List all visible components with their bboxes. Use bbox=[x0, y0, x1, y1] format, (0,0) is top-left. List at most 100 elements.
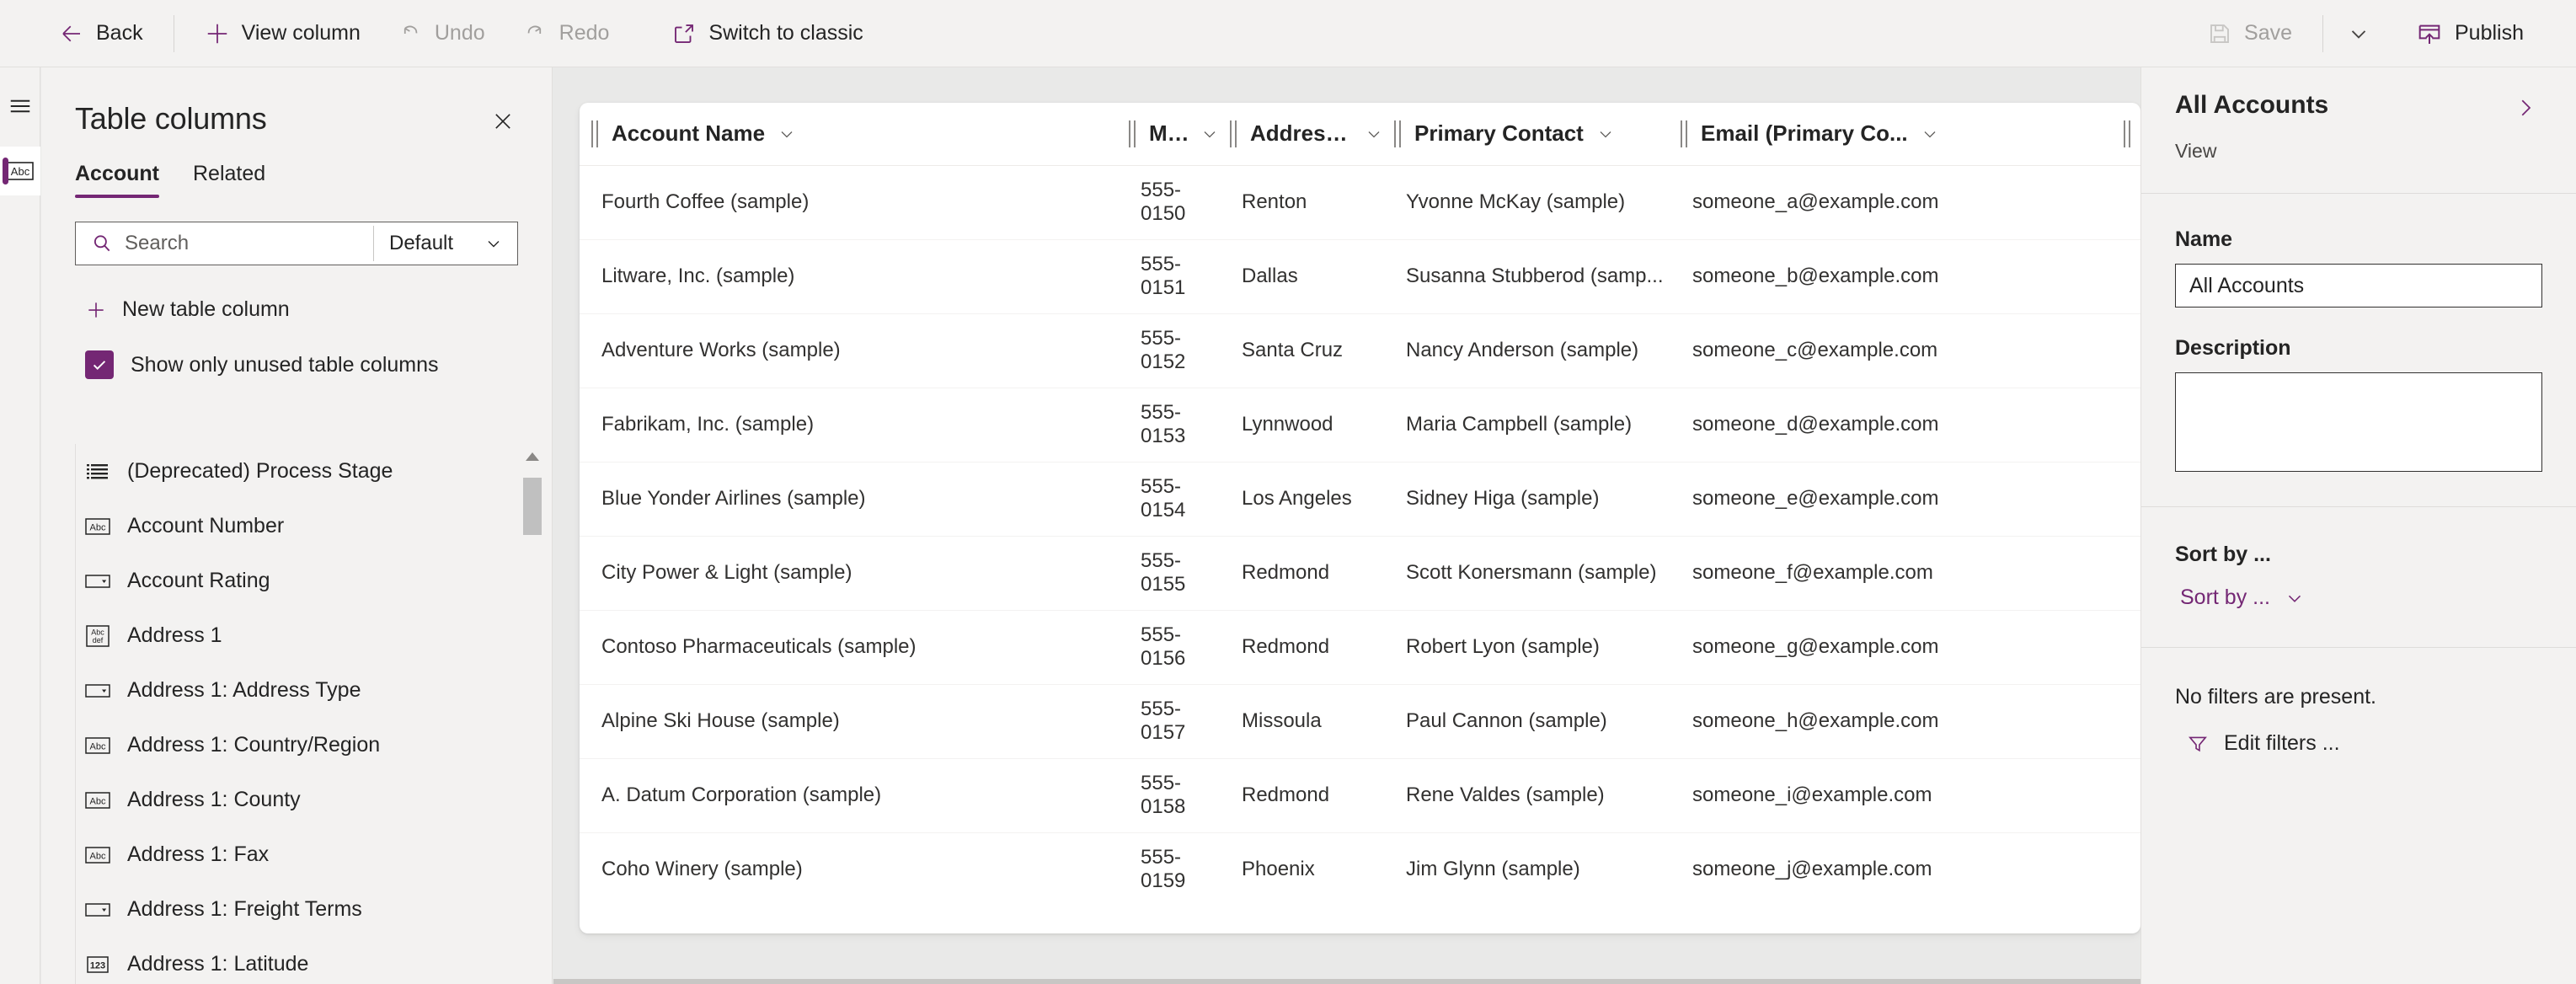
table-cell[interactable]: someone_h@example.com bbox=[1670, 684, 2140, 759]
table-row[interactable]: Coho Winery (sample) 555-0159 Phoenix Jim G… bbox=[580, 832, 2140, 906]
edit-filters-button[interactable]: Edit filters ... bbox=[2187, 731, 2340, 756]
show-only-unused-checkbox[interactable] bbox=[85, 350, 114, 379]
column-resize-grip-end[interactable] bbox=[2124, 120, 2130, 147]
table-cell[interactable]: Renton bbox=[1220, 165, 1384, 240]
table-cell[interactable]: Contoso Pharmaceuticals (sample) bbox=[580, 610, 1119, 685]
table-cell[interactable]: 555-0155 bbox=[1119, 536, 1220, 611]
table-cell[interactable]: Los Angeles bbox=[1220, 462, 1384, 537]
table-cell[interactable]: Fabrikam, Inc. (sample) bbox=[580, 388, 1119, 463]
table-column-item[interactable]: Abc Address 1: County bbox=[85, 773, 552, 827]
scroll-up-arrow[interactable] bbox=[525, 451, 540, 466]
table-row[interactable]: A. Datum Corporation (sample) 555-0158 Red… bbox=[580, 758, 2140, 833]
table-cell[interactable]: someone_f@example.com bbox=[1670, 536, 2140, 611]
chevron-down-icon[interactable] bbox=[1364, 124, 1384, 144]
table-cell[interactable]: Yvonne McKay (sample) bbox=[1384, 165, 1670, 240]
table-cell[interactable]: A. Datum Corporation (sample) bbox=[580, 758, 1119, 833]
switch-to-classic-button[interactable]: Switch to classic bbox=[653, 10, 881, 57]
table-cell[interactable]: Robert Lyon (sample) bbox=[1384, 610, 1670, 685]
column-resize-grip[interactable] bbox=[1129, 120, 1136, 147]
table-cell[interactable]: someone_e@example.com bbox=[1670, 462, 2140, 537]
back-button[interactable]: Back bbox=[40, 10, 162, 57]
table-cell[interactable]: someone_c@example.com bbox=[1670, 313, 2140, 388]
tab-account[interactable]: Account bbox=[75, 162, 159, 198]
table-row[interactable]: Fourth Coffee (sample) 555-0150 Renton Yvon… bbox=[580, 165, 2140, 240]
filter-dropdown[interactable]: Default bbox=[374, 222, 517, 265]
table-cell[interactable]: Paul Cannon (sample) bbox=[1384, 684, 1670, 759]
table-row[interactable]: City Power & Light (sample) 555-0155 Redmo… bbox=[580, 536, 2140, 611]
grid-column-header[interactable]: Main Phone bbox=[1119, 103, 1220, 166]
table-cell[interactable]: Blue Yonder Airlines (sample) bbox=[580, 462, 1119, 537]
close-panel-button[interactable] bbox=[484, 103, 521, 140]
table-column-item[interactable]: Abc def Address 1 bbox=[85, 608, 552, 663]
table-column-item[interactable]: Abc Address 1: Fax bbox=[85, 827, 552, 882]
column-resize-grip[interactable] bbox=[1230, 120, 1237, 147]
table-cell[interactable]: Nancy Anderson (sample) bbox=[1384, 313, 1670, 388]
table-cell[interactable]: 555-0158 bbox=[1119, 758, 1220, 833]
table-column-item[interactable]: Address 1: Freight Terms bbox=[85, 882, 552, 937]
table-column-item[interactable]: (Deprecated) Process Stage bbox=[85, 444, 552, 499]
hamburger-menu-button[interactable] bbox=[0, 83, 40, 130]
table-cell[interactable]: Scott Konersmann (sample) bbox=[1384, 536, 1670, 611]
table-cell[interactable]: Alpine Ski House (sample) bbox=[580, 684, 1119, 759]
tab-related[interactable]: Related bbox=[193, 162, 265, 198]
show-only-unused-checkbox-row[interactable]: Show only unused table columns bbox=[85, 350, 439, 379]
table-row[interactable]: Adventure Works (sample) 555-0152 Santa Cr… bbox=[580, 313, 2140, 388]
expand-panel-button[interactable] bbox=[2509, 91, 2542, 125]
scrollbar-thumb[interactable] bbox=[523, 478, 542, 535]
save-options-chevron[interactable] bbox=[2335, 10, 2382, 57]
table-cell[interactable]: City Power & Light (sample) bbox=[580, 536, 1119, 611]
table-row[interactable]: Blue Yonder Airlines (sample) 555-0154 Los… bbox=[580, 462, 2140, 537]
table-cell[interactable]: someone_a@example.com bbox=[1670, 165, 2140, 240]
table-cell[interactable]: someone_g@example.com bbox=[1670, 610, 2140, 685]
table-cell[interactable]: Coho Winery (sample) bbox=[580, 832, 1119, 906]
publish-button[interactable]: Publish bbox=[2397, 10, 2542, 57]
chevron-down-icon[interactable] bbox=[1920, 124, 1940, 144]
table-cell[interactable]: 555-0153 bbox=[1119, 388, 1220, 463]
table-columns-scrollbar[interactable] bbox=[523, 451, 542, 977]
redo-button[interactable]: Redo bbox=[504, 10, 628, 57]
table-cell[interactable]: Phoenix bbox=[1220, 832, 1384, 906]
table-cell[interactable]: 555-0152 bbox=[1119, 313, 1220, 388]
search-input[interactable] bbox=[125, 222, 373, 265]
table-cell[interactable]: Redmond bbox=[1220, 758, 1384, 833]
table-cell[interactable]: 555-0157 bbox=[1119, 684, 1220, 759]
chevron-down-icon[interactable] bbox=[1200, 124, 1220, 144]
table-row[interactable]: Litware, Inc. (sample) 555-0151 Dallas Susa… bbox=[580, 239, 2140, 314]
table-cell[interactable]: Sidney Higa (sample) bbox=[1384, 462, 1670, 537]
name-field[interactable] bbox=[2175, 264, 2542, 308]
table-cell[interactable]: Dallas bbox=[1220, 239, 1384, 314]
table-column-item[interactable]: Address 1: Address Type bbox=[85, 663, 552, 718]
grid-column-header[interactable]: Primary Contact bbox=[1384, 103, 1670, 166]
grid-column-header[interactable]: Address 1: ... bbox=[1220, 103, 1384, 166]
table-column-item[interactable]: Abc Address 1: Country/Region bbox=[85, 718, 552, 773]
table-cell[interactable]: Lynnwood bbox=[1220, 388, 1384, 463]
table-cell[interactable]: someone_j@example.com bbox=[1670, 832, 2140, 906]
table-cell[interactable]: Fourth Coffee (sample) bbox=[580, 165, 1119, 240]
table-row[interactable]: Contoso Pharmaceuticals (sample) 555-0156… bbox=[580, 610, 2140, 685]
horizontal-scrollbar[interactable] bbox=[553, 979, 2140, 984]
table-column-item[interactable]: Account Rating bbox=[85, 554, 552, 608]
table-cell[interactable]: 555-0151 bbox=[1119, 239, 1220, 314]
column-resize-grip[interactable] bbox=[591, 120, 598, 147]
table-cell[interactable]: 555-0154 bbox=[1119, 462, 1220, 537]
table-row[interactable]: Alpine Ski House (sample) 555-0157 Missoul… bbox=[580, 684, 2140, 759]
table-cell[interactable]: someone_d@example.com bbox=[1670, 388, 2140, 463]
table-cell[interactable]: 555-0150 bbox=[1119, 165, 1220, 240]
table-column-item[interactable]: Abc Account Number bbox=[85, 499, 552, 554]
table-column-item[interactable]: 123 Address 1: Latitude bbox=[85, 937, 552, 984]
new-table-column-button[interactable]: New table column bbox=[85, 291, 298, 329]
table-cell[interactable]: Redmond bbox=[1220, 536, 1384, 611]
view-column-button[interactable]: View column bbox=[186, 10, 379, 57]
save-button[interactable]: Save bbox=[2189, 10, 2311, 57]
table-cell[interactable]: Rene Valdes (sample) bbox=[1384, 758, 1670, 833]
table-cell[interactable]: Santa Cruz bbox=[1220, 313, 1384, 388]
undo-button[interactable]: Undo bbox=[379, 10, 504, 57]
column-resize-grip[interactable] bbox=[1394, 120, 1401, 147]
table-cell[interactable]: Maria Campbell (sample) bbox=[1384, 388, 1670, 463]
table-cell[interactable]: 555-0159 bbox=[1119, 832, 1220, 906]
table-cell[interactable]: someone_i@example.com bbox=[1670, 758, 2140, 833]
grid-column-header[interactable]: Email (Primary Co... bbox=[1670, 103, 2140, 166]
table-row[interactable]: Fabrikam, Inc. (sample) 555-0153 Lynnwood M… bbox=[580, 388, 2140, 463]
table-cell[interactable]: Redmond bbox=[1220, 610, 1384, 685]
rail-item-columns[interactable]: Abc bbox=[0, 147, 40, 195]
